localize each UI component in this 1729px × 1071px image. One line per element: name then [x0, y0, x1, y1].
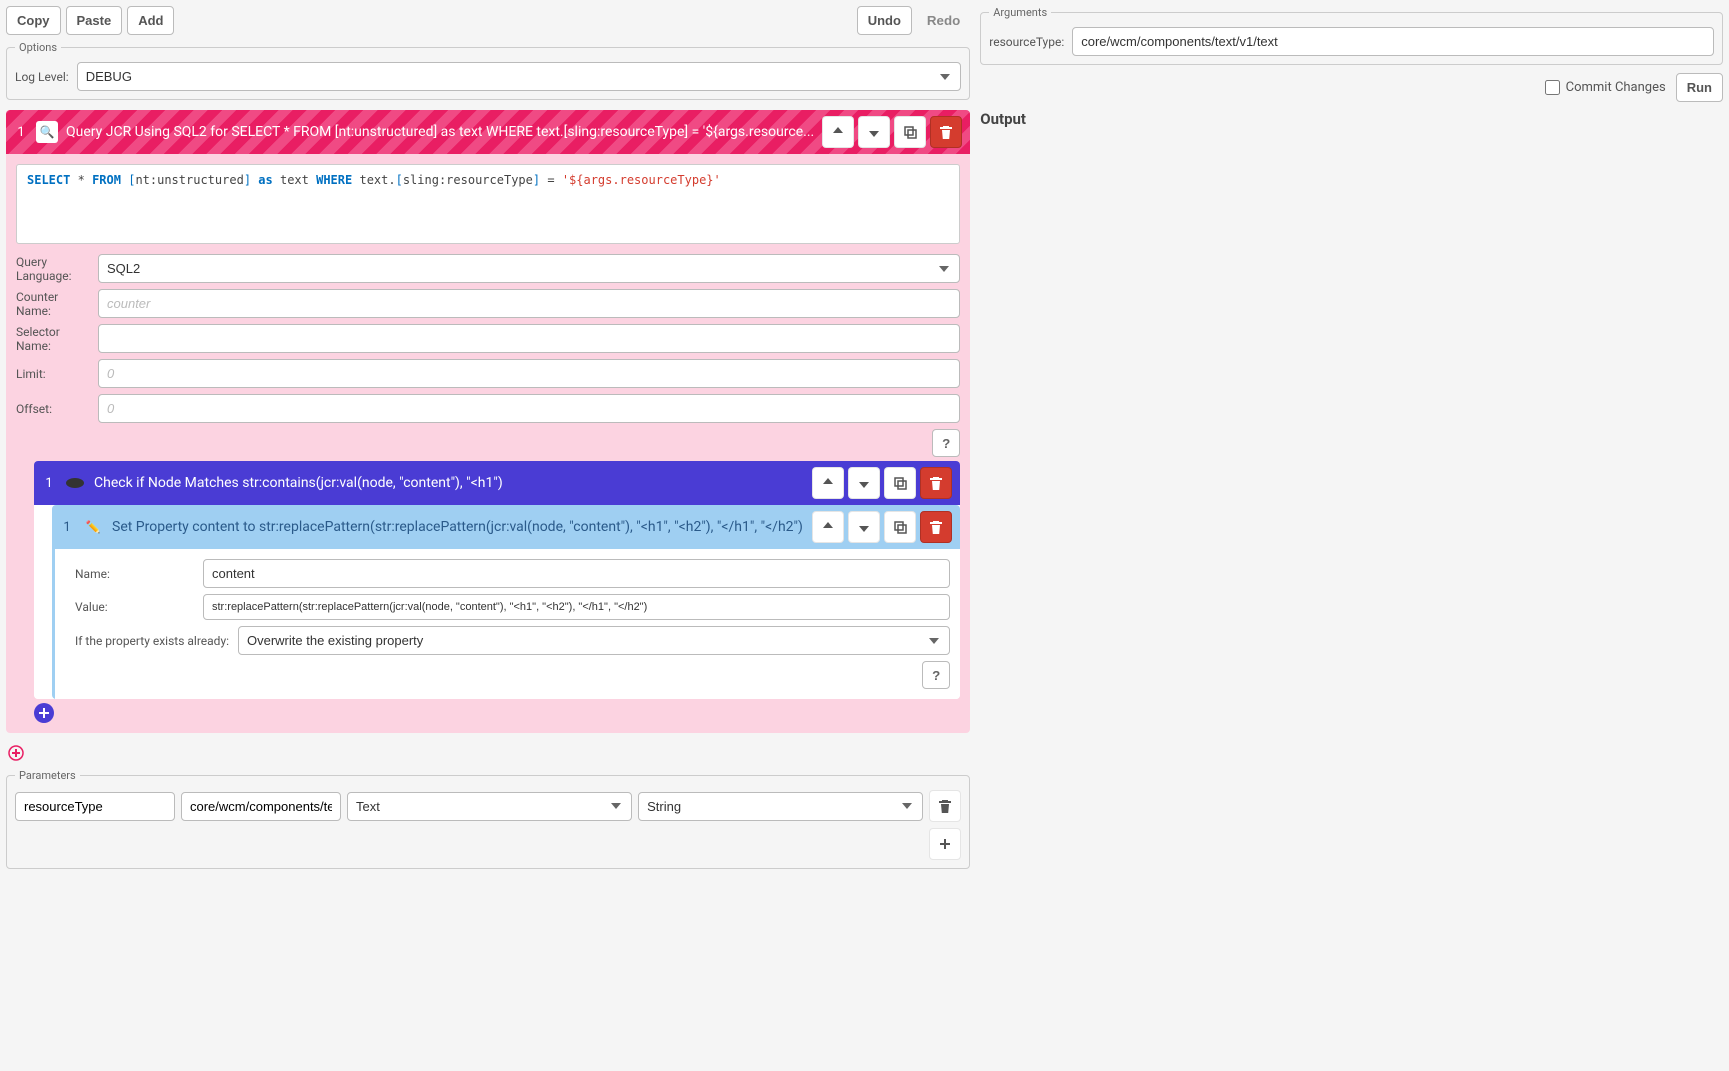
commit-changes-label: Commit Changes [1566, 80, 1666, 95]
duplicate-button[interactable] [894, 116, 926, 148]
hop-number: 1 [14, 125, 28, 140]
parameters-legend: Parameters [15, 769, 80, 782]
paste-button[interactable]: Paste [66, 6, 123, 35]
value-input[interactable] [203, 594, 950, 620]
hop-check: 1 Check if Node Matches str:contains(jcr… [34, 461, 960, 699]
query-language-select[interactable]: SQL2 [98, 254, 960, 283]
param-type-select[interactable]: String [638, 792, 923, 821]
sql-editor[interactable]: SELECT * FROM [nt:unstructured] as text … [16, 164, 960, 244]
hop-set: 1 Set Property content to str:replacePat… [52, 505, 960, 699]
arguments-fieldset: Arguments resourceType: [980, 6, 1723, 65]
value-label: Value: [75, 600, 195, 614]
add-hop-button[interactable] [6, 743, 26, 763]
undo-button[interactable]: Undo [857, 6, 912, 35]
parameter-row: Text String [15, 790, 961, 822]
query-language-label: Query Language: [16, 255, 90, 283]
hop-title: Set Property content to str:replacePatte… [112, 519, 804, 535]
log-level-label: Log Level: [15, 70, 69, 84]
counter-name-input[interactable] [98, 289, 960, 318]
limit-label: Limit: [16, 367, 90, 381]
move-up-button[interactable] [812, 511, 844, 543]
move-down-button[interactable] [848, 511, 880, 543]
redo-button[interactable]: Redo [917, 6, 970, 35]
move-up-button[interactable] [812, 467, 844, 499]
move-down-button[interactable] [858, 116, 890, 148]
commit-changes-input[interactable] [1545, 80, 1560, 95]
resource-type-input[interactable] [1072, 27, 1714, 56]
param-hint-select[interactable]: Text [347, 792, 632, 821]
hop-number: 1 [60, 520, 74, 535]
param-default-input[interactable] [181, 792, 341, 821]
delete-button[interactable] [920, 511, 952, 543]
hop-query-header[interactable]: 1 Query JCR Using SQL2 for SELECT * FROM… [6, 110, 970, 154]
parameters-fieldset: Parameters Text String [6, 769, 970, 869]
log-level-select[interactable]: DEBUG [77, 62, 962, 91]
delete-button[interactable] [930, 116, 962, 148]
hop-title: Check if Node Matches str:contains(jcr:v… [94, 475, 804, 491]
eye-icon [64, 472, 86, 494]
help-button[interactable]: ? [932, 429, 960, 457]
pencil-icon [82, 516, 104, 538]
hop-set-header[interactable]: 1 Set Property content to str:replacePat… [52, 505, 960, 549]
duplicate-button[interactable] [884, 511, 916, 543]
limit-input[interactable] [98, 359, 960, 388]
magnifier-icon [36, 121, 58, 143]
hop-check-header[interactable]: 1 Check if Node Matches str:contains(jcr… [34, 461, 960, 505]
options-legend: Options [15, 41, 61, 54]
move-down-button[interactable] [848, 467, 880, 499]
copy-button[interactable]: Copy [6, 6, 61, 35]
hop-number: 1 [42, 476, 56, 491]
add-param-button[interactable] [929, 828, 961, 860]
name-input[interactable] [203, 559, 950, 588]
add-button[interactable]: Add [127, 6, 174, 35]
duplicate-button[interactable] [884, 467, 916, 499]
output-heading: Output [980, 110, 1723, 128]
selector-name-input[interactable] [98, 324, 960, 353]
commit-changes-checkbox[interactable]: Commit Changes [1545, 80, 1666, 95]
name-label: Name: [75, 567, 195, 581]
exists-select[interactable]: Overwrite the existing property [238, 626, 950, 655]
counter-name-label: Counter Name: [16, 290, 90, 318]
run-button[interactable]: Run [1676, 73, 1723, 102]
add-hop-button[interactable] [34, 703, 54, 723]
delete-button[interactable] [920, 467, 952, 499]
resource-type-label: resourceType: [989, 35, 1064, 49]
arguments-legend: Arguments [989, 6, 1051, 19]
offset-input[interactable] [98, 394, 960, 423]
offset-label: Offset: [16, 402, 90, 416]
hop-query: 1 Query JCR Using SQL2 for SELECT * FROM… [6, 110, 970, 733]
exists-label: If the property exists already: [75, 634, 230, 648]
hop-title: Query JCR Using SQL2 for SELECT * FROM [… [66, 124, 814, 140]
move-up-button[interactable] [822, 116, 854, 148]
selector-name-label: Selector Name: [16, 325, 90, 353]
options-fieldset: Options Log Level: DEBUG [6, 41, 970, 100]
help-button[interactable]: ? [922, 661, 950, 689]
param-name-input[interactable] [15, 792, 175, 821]
delete-param-button[interactable] [929, 790, 961, 822]
